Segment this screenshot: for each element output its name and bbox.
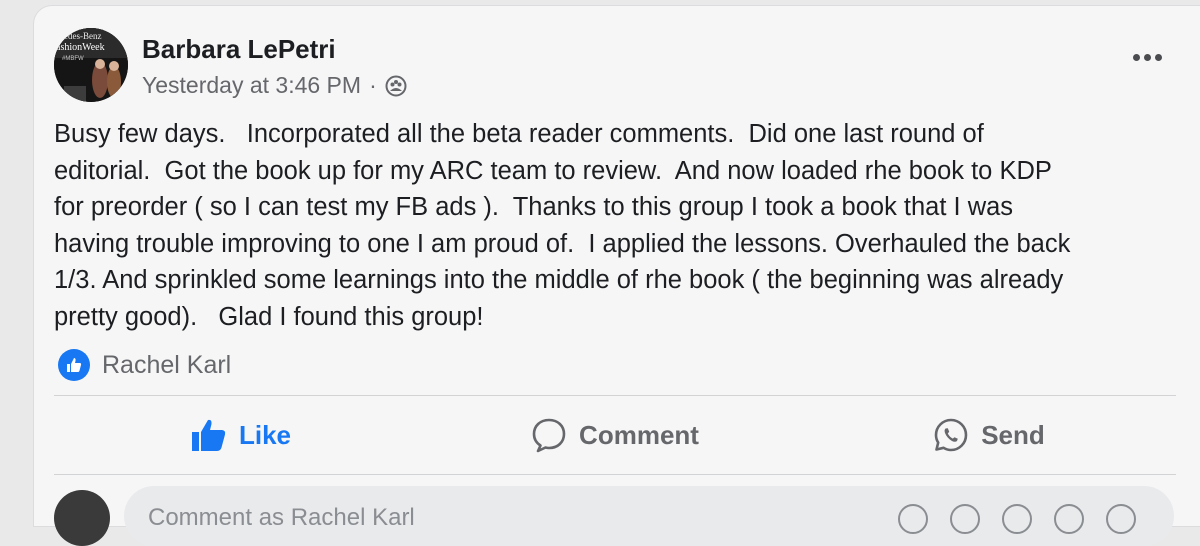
thumbs-up-icon xyxy=(191,419,226,451)
camera-icon[interactable] xyxy=(1002,504,1032,534)
like-label: Like xyxy=(238,419,292,450)
comment-tools xyxy=(898,504,1136,534)
commenter-avatar[interactable] xyxy=(54,490,110,546)
action-bar: Like Comment Send xyxy=(54,396,1176,474)
more-options-icon[interactable] xyxy=(1130,50,1164,64)
avatar-text-line2: ashionWeek xyxy=(56,42,105,53)
comment-label: Comment xyxy=(579,419,699,450)
post-timestamp[interactable]: Yesterday at 3:46 PM xyxy=(142,72,361,99)
post-body: Busy few days. Incorporated all the beta… xyxy=(54,120,1071,331)
like-button[interactable]: Like xyxy=(54,396,428,474)
author-avatar[interactable]: edes-Benz ashionWeek #MBFW xyxy=(54,28,128,102)
divider-bottom xyxy=(54,474,1176,475)
group-icon[interactable] xyxy=(385,75,407,97)
avatar-sticker-icon[interactable] xyxy=(898,504,928,534)
whatsapp-send-icon xyxy=(934,418,968,452)
comment-placeholder: Comment as Rachel Karl xyxy=(148,504,415,531)
gif-icon[interactable] xyxy=(1054,504,1084,534)
sticker-icon[interactable] xyxy=(1106,504,1136,534)
post-meta: Yesterday at 3:46 PM · xyxy=(142,72,407,99)
meta-separator: · xyxy=(369,72,377,98)
reactions-names[interactable]: Rachel Karl xyxy=(102,351,231,380)
emoji-icon[interactable] xyxy=(950,504,980,534)
page: edes-Benz ashionWeek #MBFW Barbara LePet… xyxy=(0,0,1200,546)
author-name[interactable]: Barbara LePetri xyxy=(142,34,336,65)
avatar-text-line1: edes-Benz xyxy=(64,31,101,41)
like-reaction-icon xyxy=(58,349,90,381)
avatar-text-line3: #MBFW xyxy=(62,56,84,62)
comment-bubble-icon xyxy=(532,418,566,453)
comment-button[interactable]: Comment xyxy=(428,396,802,474)
post-card: edes-Benz ashionWeek #MBFW Barbara LePet… xyxy=(34,6,1200,546)
reactions-summary[interactable]: Rachel Karl xyxy=(58,349,231,381)
send-button[interactable]: Send xyxy=(802,396,1176,474)
send-label: Send xyxy=(981,419,1045,450)
comment-input[interactable]: Comment as Rachel Karl xyxy=(124,486,1174,546)
avatar-image: edes-Benz ashionWeek #MBFW xyxy=(54,28,128,102)
